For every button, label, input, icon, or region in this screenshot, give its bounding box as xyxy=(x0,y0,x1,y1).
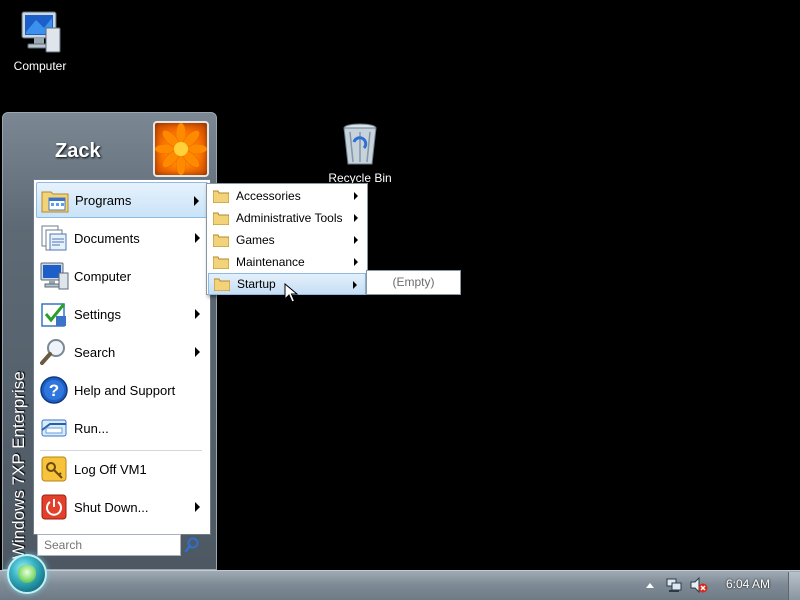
chevron-right-icon xyxy=(195,233,200,243)
start-search-input[interactable] xyxy=(37,534,181,556)
menu-item-label: Shut Down... xyxy=(74,499,149,515)
start-menu: Zack Windows 7XP Enterprise Programs Doc… xyxy=(2,112,217,570)
taskbar-clock[interactable]: 6:04 AM xyxy=(712,577,784,591)
help-icon: ? xyxy=(40,376,68,404)
desktop-icon-label: Computer xyxy=(13,59,67,73)
submenu-item-label: Startup xyxy=(237,277,276,291)
mouse-cursor-icon xyxy=(284,283,298,303)
desktop-icon-computer[interactable]: Computer xyxy=(0,8,80,73)
chevron-right-icon xyxy=(354,192,358,200)
network-icon[interactable] xyxy=(666,577,682,593)
chevron-right-icon xyxy=(195,347,200,357)
user-avatar[interactable] xyxy=(153,121,209,177)
menu-item-run[interactable]: Run... xyxy=(36,410,208,446)
menu-item-label: Search xyxy=(74,344,116,360)
submenu-item-games[interactable]: Games xyxy=(208,229,366,251)
chevron-right-icon xyxy=(354,258,358,266)
folder-icon xyxy=(213,190,229,203)
computer-icon xyxy=(40,262,69,290)
submenu-item-accessories[interactable]: Accessories xyxy=(208,185,366,207)
desktop-icon-recycle-bin[interactable]: Recycle Bin xyxy=(320,120,400,185)
chevron-right-icon xyxy=(195,502,200,512)
logoff-icon xyxy=(41,456,67,482)
submenu-item-label: Administrative Tools xyxy=(236,211,343,225)
chevron-right-icon xyxy=(195,309,200,319)
start-button[interactable] xyxy=(7,554,47,594)
menu-item-label: Help and Support xyxy=(74,382,176,398)
menu-item-label: Programs xyxy=(75,192,132,208)
menu-item-computer[interactable]: Computer xyxy=(36,258,208,294)
folder-icon xyxy=(214,278,230,291)
start-menu-panel: Programs Documents Computer Settings Sea… xyxy=(33,179,211,535)
submenu-item-administrative-tools[interactable]: Administrative Tools xyxy=(208,207,366,229)
settings-icon xyxy=(41,303,66,327)
run-icon xyxy=(41,419,67,437)
empty-placeholder: (Empty) xyxy=(392,275,435,289)
user-name: Zack xyxy=(55,140,101,162)
menu-item-label: Documents xyxy=(74,230,140,246)
search-icon xyxy=(40,339,65,365)
submenu-item-label: Games xyxy=(236,233,275,247)
chevron-right-icon xyxy=(194,196,199,206)
menu-item-shutdown[interactable]: Shut Down... xyxy=(36,489,208,525)
chevron-right-icon xyxy=(353,281,357,289)
folder-icon xyxy=(213,256,229,269)
menu-item-search[interactable]: Search xyxy=(36,334,208,370)
chevron-right-icon xyxy=(354,214,358,222)
os-brand-text: Windows 7XP Enterprise xyxy=(9,371,28,559)
menu-item-programs[interactable]: Programs xyxy=(36,182,208,218)
folder-icon xyxy=(213,212,229,225)
menu-item-label: Log Off VM1 xyxy=(74,461,147,477)
programs-icon xyxy=(41,191,69,213)
computer-icon xyxy=(21,11,61,53)
programs-submenu: Accessories Administrative Tools Games M… xyxy=(206,183,368,295)
startup-submenu: (Empty) xyxy=(366,270,461,295)
volume-muted-icon[interactable] xyxy=(690,577,708,593)
menu-item-logoff[interactable]: Log Off VM1 xyxy=(36,451,208,487)
folder-icon xyxy=(213,234,229,247)
show-desktop-button[interactable] xyxy=(788,572,800,600)
documents-icon xyxy=(41,225,67,251)
chevron-right-icon xyxy=(354,236,358,244)
menu-item-label: Computer xyxy=(74,268,132,284)
menu-item-label: Run... xyxy=(74,420,109,436)
chevron-up-icon[interactable] xyxy=(645,581,655,591)
menu-item-label: Settings xyxy=(74,306,121,322)
submenu-item-label: Maintenance xyxy=(236,255,305,269)
shutdown-icon xyxy=(41,494,67,520)
menu-item-documents[interactable]: Documents xyxy=(36,220,208,256)
submenu-item-label: Accessories xyxy=(236,189,301,203)
menu-item-help[interactable]: ? Help and Support xyxy=(36,372,208,408)
search-go-icon[interactable] xyxy=(183,536,201,554)
start-orb-icon xyxy=(18,565,36,583)
recycle-bin-icon xyxy=(343,123,377,165)
menu-item-settings[interactable]: Settings xyxy=(36,296,208,332)
submenu-item-maintenance[interactable]: Maintenance xyxy=(208,251,366,273)
flower-icon xyxy=(155,123,207,175)
svg-text:?: ? xyxy=(49,381,59,400)
